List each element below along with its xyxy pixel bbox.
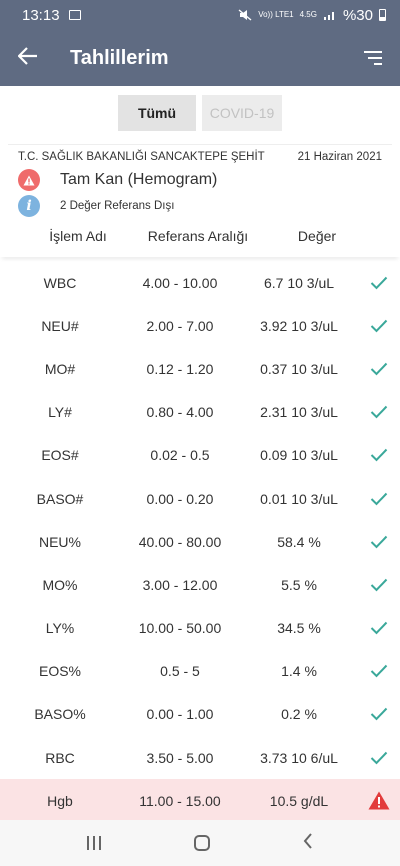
header-range: Referans Aralığı <box>147 228 249 244</box>
system-nav-bar <box>0 820 400 866</box>
check-icon <box>358 492 400 506</box>
result-value: 34.5 % <box>277 620 321 637</box>
test-code: LY# <box>48 404 72 421</box>
test-code: WBC <box>43 274 77 291</box>
result-value: 0.01 10 3/uL <box>260 490 338 507</box>
check-icon <box>358 448 400 462</box>
institution-name: T.C. SAĞLIK BAKANLIĞI SANCAKTEPE ŞEHİT <box>18 151 265 163</box>
reference-range: 3.50 - 5.00 <box>146 749 214 766</box>
test-code: EOS# <box>41 447 79 464</box>
test-code: MO% <box>42 576 78 593</box>
table-row[interactable]: NEU% 40.00 - 80.00 58.4 % <box>0 520 400 563</box>
table-row[interactable]: NEU# 2.00 - 7.00 3.92 10 3/uL <box>0 304 400 347</box>
test-code: MO# <box>44 360 76 377</box>
check-icon <box>358 707 400 721</box>
reference-range: 40.00 - 80.00 <box>138 533 222 550</box>
table-row[interactable]: EOS% 0.5 - 5 1.4 % <box>0 650 400 693</box>
check-icon <box>358 319 400 333</box>
table-row[interactable]: EOS# 0.02 - 0.5 0.09 10 3/uL <box>0 434 400 477</box>
result-date: 21 Haziran 2021 <box>297 151 382 163</box>
test-name: Tam Kan (Hemogram) <box>60 171 218 188</box>
result-value: 0.37 10 3/uL <box>260 360 338 377</box>
result-value: 58.4 % <box>277 533 321 550</box>
result-value: 2.31 10 3/uL <box>260 404 338 421</box>
result-value: 10.5 g/dL <box>269 792 329 809</box>
check-icon <box>358 578 400 592</box>
header-value: Değer <box>297 228 337 244</box>
result-value: 6.7 10 3/uL <box>263 274 335 291</box>
mute-icon <box>238 9 252 21</box>
check-icon <box>358 751 400 765</box>
reference-range: 2.00 - 7.00 <box>146 317 214 334</box>
check-icon <box>358 405 400 419</box>
carrier-label: Vo)) LTE1 <box>258 10 294 19</box>
page-title: Tahlillerim <box>70 46 169 69</box>
check-icon <box>358 535 400 549</box>
back-nav-icon[interactable] <box>303 832 313 855</box>
header-divider <box>0 251 400 257</box>
status-right: Vo)) LTE1 4.5G %30 <box>238 7 386 24</box>
reference-range: 11.00 - 15.00 <box>139 792 221 809</box>
tab-all[interactable]: Tümü <box>118 95 196 131</box>
result-value: 0.2 % <box>281 706 317 723</box>
home-icon[interactable] <box>193 835 210 851</box>
battery-percent: %30 <box>342 6 373 24</box>
reference-range: 0.00 - 1.00 <box>146 706 214 723</box>
header-name: İşlem Adı <box>49 228 107 244</box>
test-code: LY% <box>45 620 75 637</box>
result-value: 0.09 10 3/uL <box>260 447 338 464</box>
signal-icon <box>323 12 334 20</box>
info-icon: i <box>18 195 40 217</box>
status-bar: 13:13 Vo)) LTE1 4.5G %30 <box>0 0 400 30</box>
table-row[interactable]: WBC 4.00 - 10.00 6.7 10 3/uL <box>0 261 400 304</box>
table-row[interactable]: RBC 3.50 - 5.00 3.73 10 6/uL <box>0 736 400 779</box>
battery-icon <box>379 9 386 21</box>
tab-covid19[interactable]: COVID-19 <box>202 95 282 131</box>
reference-range: 0.12 - 1.20 <box>146 360 214 377</box>
test-code: BASO% <box>34 706 86 723</box>
test-code: NEU% <box>38 533 81 550</box>
reference-range: 0.02 - 0.5 <box>150 447 210 464</box>
recent-apps-icon[interactable] <box>86 836 101 850</box>
table-row[interactable]: LY% 10.00 - 50.00 34.5 % <box>0 607 400 650</box>
result-table: WBC 4.00 - 10.00 6.7 10 3/uL NEU# 2.00 - 7.0… <box>0 261 400 823</box>
status-time: 13:13 <box>22 6 60 24</box>
table-row[interactable]: Hgb 11.00 - 15.00 10.5 g/dL <box>0 779 400 823</box>
check-icon <box>358 664 400 678</box>
check-icon <box>358 362 400 376</box>
check-icon <box>358 276 400 290</box>
filter-icon[interactable] <box>362 51 382 65</box>
table-row[interactable]: MO# 0.12 - 1.20 0.37 10 3/uL <box>0 347 400 390</box>
result-value: 3.73 10 6/uL <box>260 749 338 766</box>
reference-range: 0.00 - 0.20 <box>146 490 214 507</box>
segment-tabs: Tümü COVID-19 <box>0 90 400 136</box>
network-label: 4.5G <box>299 10 317 19</box>
out-of-range-info: 2 Değer Referans Dışı <box>60 200 175 212</box>
arrow-left-icon[interactable] <box>17 44 48 72</box>
result-value: 5.5 % <box>281 576 317 593</box>
table-row[interactable]: BASO# 0.00 - 0.20 0.01 10 3/uL <box>0 477 400 520</box>
reference-range: 0.5 - 5 <box>160 663 200 680</box>
reference-range: 0.80 - 4.00 <box>146 404 214 421</box>
table-row[interactable]: MO% 3.00 - 12.00 5.5 % <box>0 563 400 606</box>
check-icon <box>358 621 400 635</box>
table-row[interactable]: LY# 0.80 - 4.00 2.31 10 3/uL <box>0 391 400 434</box>
test-code: RBC <box>45 749 75 766</box>
gallery-notification-icon <box>68 10 81 20</box>
test-code: EOS% <box>38 663 81 680</box>
reference-range: 3.00 - 12.00 <box>142 576 218 593</box>
result-value: 3.92 10 3/uL <box>260 317 338 334</box>
app-bar: Tahlillerim <box>0 30 400 86</box>
test-code: NEU# <box>41 317 79 334</box>
test-result-card: T.C. SAĞLIK BAKANLIĞI SANCAKTEPE ŞEHİT 2… <box>8 144 392 251</box>
result-value: 1.4 % <box>281 663 317 680</box>
reference-range: 10.00 - 50.00 <box>138 620 222 637</box>
test-code: BASO# <box>36 490 84 507</box>
warning-triangle-icon <box>358 791 400 810</box>
table-row[interactable]: BASO% 0.00 - 1.00 0.2 % <box>0 693 400 736</box>
test-code: Hgb <box>47 792 73 809</box>
warning-icon <box>18 169 40 191</box>
table-header: İşlem Adı Referans Aralığı Değer <box>18 221 382 251</box>
reference-range: 4.00 - 10.00 <box>142 274 218 291</box>
